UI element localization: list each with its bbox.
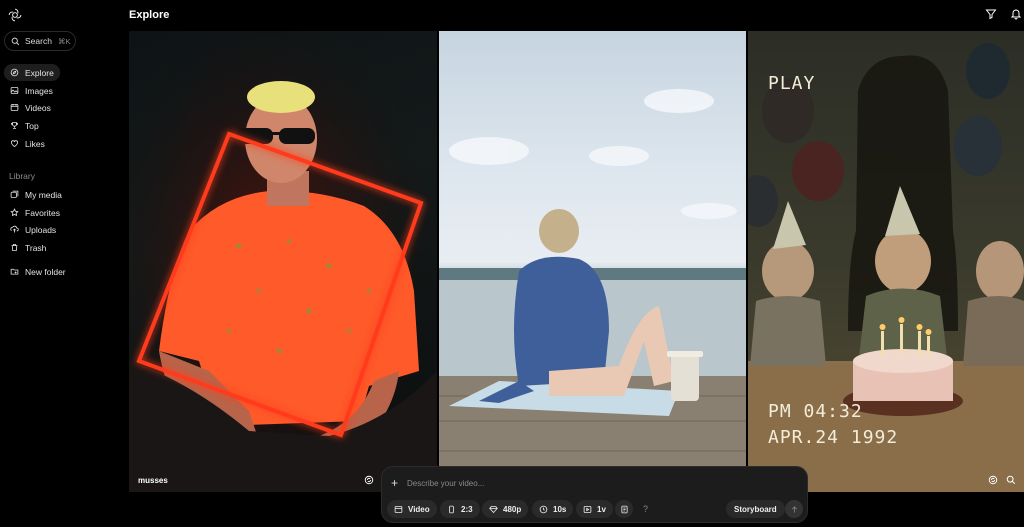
sidebar-item-videos[interactable]: Videos [4,99,60,116]
sidebar-item-images[interactable]: Images [4,82,60,99]
media-tile[interactable]: musses [129,31,437,492]
duration-label: 10s [553,504,567,514]
sidebar-item-trash[interactable]: Trash [4,239,74,256]
prompt-composer: + Video 2:3 480p 10s 1v ? Storyboard [381,466,808,523]
upload-icon [10,225,19,233]
sidebar-item-label: Favorites [25,207,60,218]
tile-author[interactable]: musses [138,476,168,485]
new-folder-button[interactable]: New folder [4,263,80,280]
sidebar-item-label: Explore [25,67,54,78]
library-section-label: Library [9,171,35,181]
search-icon[interactable] [1006,475,1016,485]
sidebar-item-label: Top [25,120,39,131]
variations-label: 1v [597,504,606,514]
search-shortcut: ⌘K [57,36,71,46]
star-icon [10,208,19,217]
aspect-ratio-label: 2:3 [461,504,473,514]
search-icon [11,37,20,45]
play-box-icon [583,505,592,513]
sidebar-item-label: Trash [25,242,47,253]
bell-icon[interactable] [1010,8,1022,20]
search-label: Search [25,36,52,46]
sidebar: Search ⌘K Explore Images Videos Top Like… [0,0,120,527]
neon-portrait-image [129,31,437,492]
sidebar-item-label: Likes [25,138,45,149]
vhs-date-label: APR.24 1992 [768,427,899,448]
search-button[interactable]: Search ⌘K [4,31,76,51]
arrow-up-icon [791,505,797,512]
vhs-time-label: PM 04:32 [768,401,863,422]
type-selector[interactable]: Video [387,500,437,518]
storyboard-button[interactable]: Storyboard [726,500,785,518]
plus-icon[interactable]: + [391,476,398,490]
media-tile[interactable]: PLAY PM 04:32 APR.24 1992 [748,31,1024,492]
trash-icon [11,244,18,251]
resolution-selector[interactable]: 480p [482,500,529,518]
sidebar-item-label: My media [25,189,62,200]
document-icon [620,505,628,513]
sidebar-item-label: New folder [25,266,66,277]
help-button[interactable]: ? [643,504,648,514]
media-tile[interactable] [439,31,746,492]
app-logo-icon[interactable] [8,8,22,22]
filter-icon[interactable] [985,8,997,20]
vhs-birthday-image [748,43,1024,492]
trophy-icon [11,122,18,129]
prompt-input[interactable] [407,476,707,490]
remix-icon[interactable] [364,475,374,485]
clock-icon [539,505,548,513]
sidebar-item-label: Videos [25,102,51,113]
media-icon [10,190,19,198]
submit-button[interactable] [785,500,803,518]
video-icon [10,104,19,111]
aspect-ratio-icon [449,505,454,513]
vhs-play-label: PLAY [768,73,816,94]
diamond-icon [489,505,498,513]
remix-icon[interactable] [988,475,998,485]
sidebar-item-likes[interactable]: Likes [4,135,60,152]
sidebar-item-top[interactable]: Top [4,117,60,134]
sidebar-item-label: Images [25,85,53,96]
image-icon [10,87,19,94]
page-title: Explore [129,9,170,21]
aspect-ratio-selector[interactable]: 2:3 [440,500,480,518]
video-icon [394,505,403,513]
sidebar-item-my-media[interactable]: My media [4,186,74,203]
type-label: Video [408,504,430,514]
variations-selector[interactable]: 1v [576,500,613,518]
duration-selector[interactable]: 10s [532,500,574,518]
sidebar-item-uploads[interactable]: Uploads [4,221,74,238]
dock-lake-image [439,89,746,492]
compass-icon [10,68,19,77]
preset-button[interactable] [615,500,633,518]
heart-icon [11,140,18,147]
sidebar-item-label: Uploads [25,224,57,235]
sidebar-item-favorites[interactable]: Favorites [4,204,74,221]
resolution-label: 480p [503,504,522,514]
folder-plus-icon [10,268,19,275]
sidebar-item-explore[interactable]: Explore [4,64,60,81]
